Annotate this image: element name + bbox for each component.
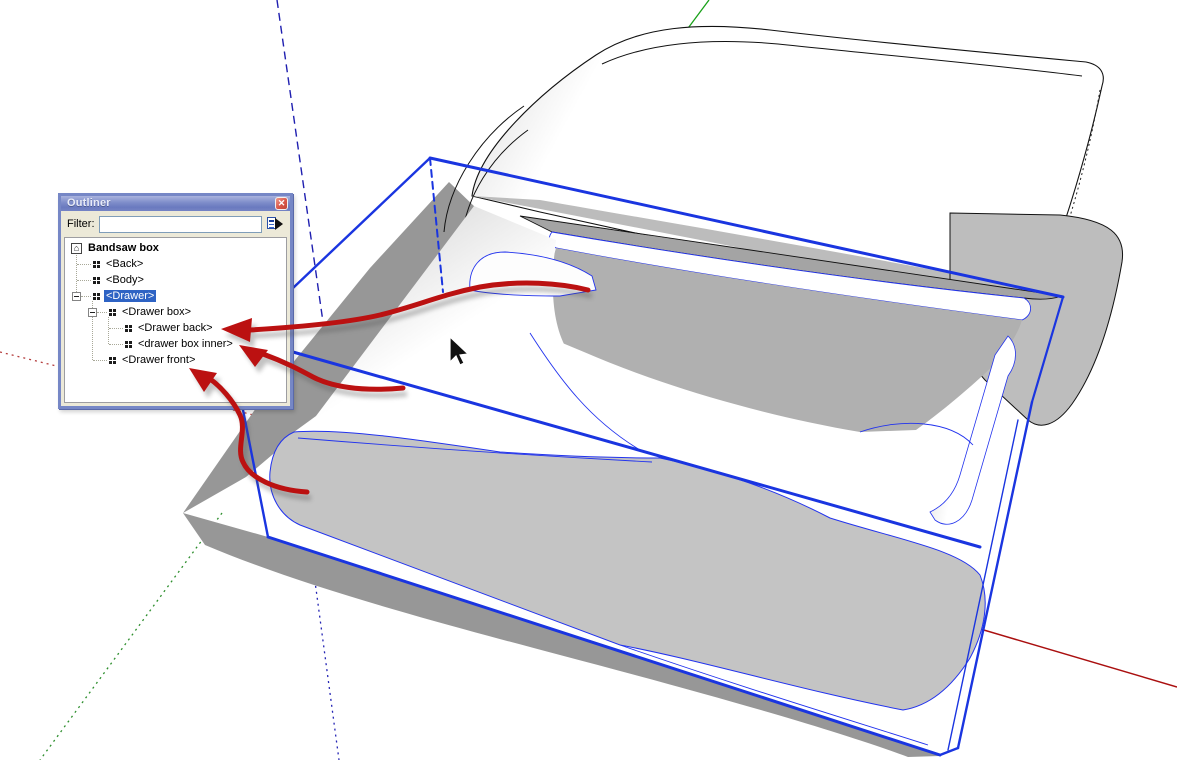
panel-title: Outliner (67, 197, 111, 209)
outliner-tree: ⌂ Bandsaw box <Back> <Body> <Drawer> (65, 238, 286, 402)
filter-details-button[interactable] (266, 215, 286, 233)
red-axis-line (977, 628, 1177, 687)
tree-connector (108, 317, 109, 344)
tree-item-drawer-box[interactable]: <Drawer box> (109, 304, 191, 320)
tree-connector (97, 312, 107, 313)
tree-connector (81, 296, 91, 297)
tree-item-drawer-front[interactable]: <Drawer front> (109, 352, 195, 368)
tree-root-model[interactable]: ⌂ Bandsaw box (71, 240, 159, 256)
arrow-right-icon (275, 218, 283, 230)
filter-label: Filter: (67, 218, 95, 230)
model-home-icon: ⌂ (71, 243, 82, 254)
outliner-treebox: ⌂ Bandsaw box <Back> <Body> <Drawer> (64, 237, 287, 403)
outliner-titlebar[interactable]: Outliner ✕ (61, 196, 290, 211)
green-axis-dotted-line (40, 513, 222, 760)
component-icon (125, 325, 132, 332)
tree-connector (109, 344, 123, 345)
tree-item-drawer-box-inner[interactable]: <drawer box inner> (125, 336, 233, 352)
component-icon (93, 277, 100, 284)
outliner-panel[interactable]: Outliner ✕ Filter: (58, 193, 293, 409)
tree-connector (93, 360, 107, 361)
component-icon (93, 261, 100, 268)
tree-item-drawer-selected[interactable]: <Drawer> (93, 288, 156, 304)
component-icon (125, 341, 132, 348)
tree-item-back[interactable]: <Back> (93, 256, 143, 272)
filter-row: Filter: (61, 211, 290, 237)
tree-connector (77, 264, 91, 265)
component-icon (109, 309, 116, 316)
filter-input[interactable] (99, 216, 263, 233)
close-icon[interactable]: ✕ (275, 197, 288, 210)
collapse-toggle-drawer[interactable] (72, 292, 81, 301)
component-icon (109, 357, 116, 364)
sketchup-viewport: Outliner ✕ Filter: (0, 0, 1177, 760)
tree-connector (77, 280, 91, 281)
component-icon (93, 293, 100, 300)
tree-connector (76, 253, 77, 296)
blue-axis-dotted-line (314, 574, 339, 760)
tree-root-label: Bandsaw box (88, 242, 159, 254)
tree-item-body[interactable]: <Body> (93, 272, 144, 288)
tree-connector (109, 328, 123, 329)
collapse-toggle-drawer-box[interactable] (88, 308, 97, 317)
tree-item-drawer-back[interactable]: <Drawer back> (125, 320, 213, 336)
